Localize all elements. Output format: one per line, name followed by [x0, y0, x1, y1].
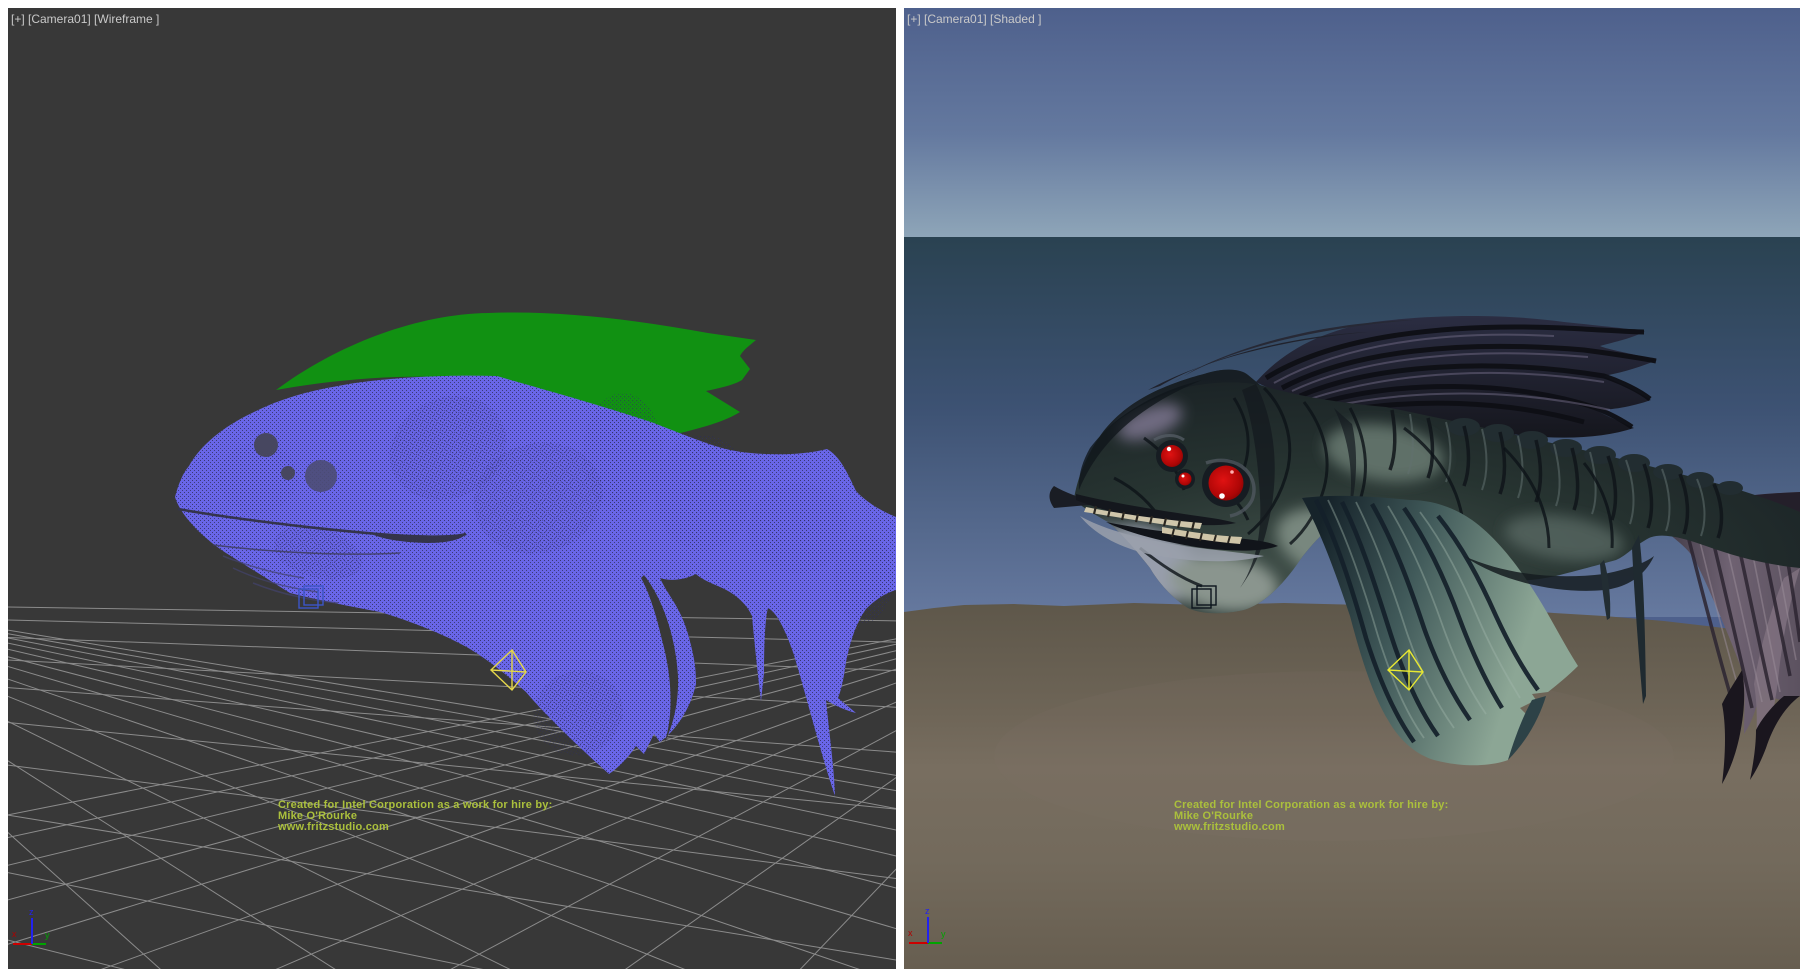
svg-text:x: x	[908, 928, 913, 938]
svg-text:z: z	[29, 907, 34, 917]
svg-text:x: x	[12, 929, 17, 939]
svg-text:y: y	[45, 930, 50, 940]
svg-text:z: z	[925, 906, 930, 916]
svg-text:y: y	[941, 929, 946, 939]
